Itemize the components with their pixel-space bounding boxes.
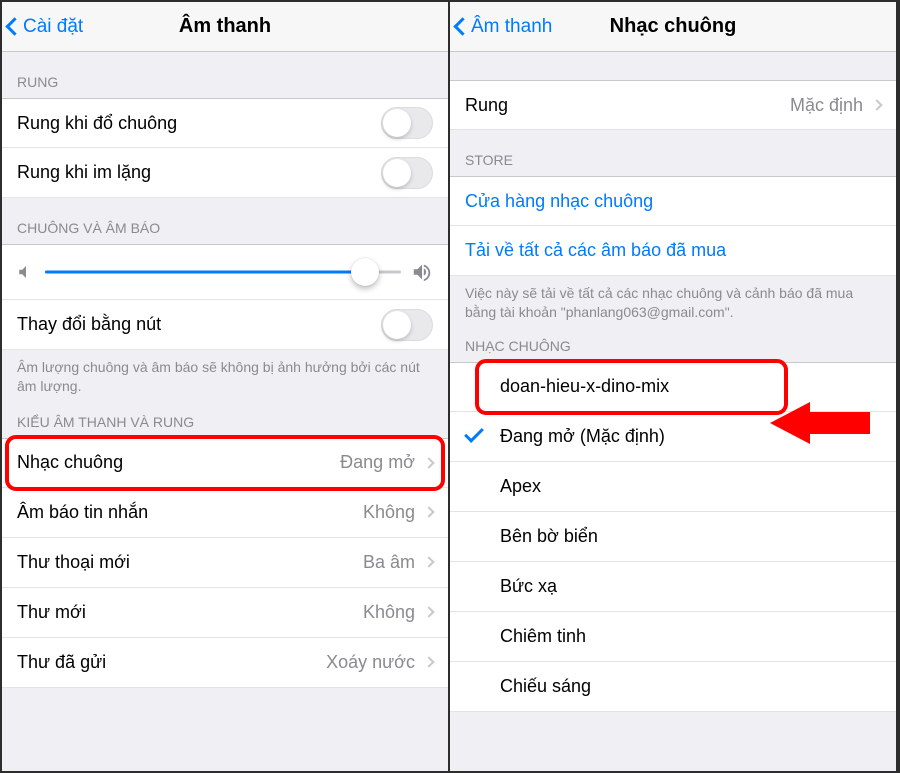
sent-mail-row[interactable]: Thư đã gửi Xoáy nước: [2, 638, 448, 688]
speaker-high-icon: [411, 261, 433, 283]
chevron-icon: [423, 607, 434, 618]
tone-store-row[interactable]: Cửa hàng nhạc chuông: [450, 176, 896, 226]
text-tone-row[interactable]: Âm báo tin nhắn Không: [2, 488, 448, 538]
speaker-low-icon: [17, 263, 35, 281]
checkmark-icon: [464, 423, 484, 443]
change-with-buttons-switch[interactable]: [381, 309, 433, 341]
ringtone-row[interactable]: Nhạc chuông Đang mở: [2, 438, 448, 488]
ringtone-name: Chiêm tinh: [500, 626, 586, 647]
vibrate-on-ring-label: Rung khi đổ chuông: [17, 113, 177, 134]
vibrate-on-ring-switch[interactable]: [381, 107, 433, 139]
ringtone-name: Apex: [500, 476, 541, 497]
section-patterns-header: KIỂU ÂM THANH VÀ RUNG: [2, 400, 448, 438]
voicemail-value: Ba âm: [363, 552, 415, 573]
ringtone-settings-panel: Âm thanh Nhạc chuông Rung Mặc định STORE…: [450, 2, 898, 771]
tone-store-link: Cửa hàng nhạc chuông: [465, 191, 653, 212]
change-with-buttons-row[interactable]: Thay đổi bằng nút: [2, 300, 448, 350]
ringtone-item[interactable]: Chiêm tinh: [450, 612, 896, 662]
ringtone-item[interactable]: doan-hieu-x-dino-mix: [450, 362, 896, 412]
chevron-icon: [871, 99, 882, 110]
chevron-left-icon: [453, 17, 471, 35]
vibrate-on-silent-switch[interactable]: [381, 157, 433, 189]
content: Rung Mặc định STORE Cửa hàng nhạc chuông…: [450, 52, 896, 771]
back-button[interactable]: Cài đặt: [2, 16, 83, 38]
vibration-label: Rung: [465, 95, 508, 116]
change-with-buttons-label: Thay đổi bằng nút: [17, 314, 161, 335]
vibrate-on-ring-row[interactable]: Rung khi đổ chuông: [2, 98, 448, 148]
chevron-icon: [423, 657, 434, 668]
section-store-header: STORE: [450, 130, 896, 176]
download-footer: Việc này sẽ tải về tất cả các nhạc chuôn…: [450, 276, 896, 326]
sent-mail-label: Thư đã gửi: [17, 652, 106, 673]
ringtone-label: Nhạc chuông: [17, 452, 123, 473]
volume-footer: Âm lượng chuông và âm báo sẽ không bị ản…: [2, 350, 448, 400]
download-tones-link: Tải về tất cả các âm báo đã mua: [465, 240, 726, 261]
ringtone-name: Chiếu sáng: [500, 676, 591, 697]
new-mail-row[interactable]: Thư mới Không: [2, 588, 448, 638]
volume-slider[interactable]: [45, 257, 401, 287]
new-mail-label: Thư mới: [17, 602, 86, 623]
section-ringer-header: CHUÔNG VÀ ÂM BÁO: [2, 198, 448, 244]
chevron-icon: [423, 457, 434, 468]
nav-bar: Âm thanh Nhạc chuông: [450, 2, 896, 52]
voicemail-row[interactable]: Thư thoại mới Ba âm: [2, 538, 448, 588]
content: RUNG Rung khi đổ chuông Rung khi im lặng…: [2, 52, 448, 771]
vibration-row[interactable]: Rung Mặc định: [450, 80, 896, 130]
new-mail-value: Không: [363, 602, 415, 623]
ringtone-name: doan-hieu-x-dino-mix: [500, 376, 669, 397]
section-vibrate-header: RUNG: [2, 52, 448, 98]
ringtone-name: Bên bờ biển: [500, 526, 598, 547]
vibration-value: Mặc định: [790, 95, 863, 116]
ringtone-item[interactable]: Apex: [450, 462, 896, 512]
ringtone-name: Đang mở (Mặc định): [500, 426, 665, 447]
back-label: Cài đặt: [23, 16, 83, 38]
volume-slider-row: [2, 244, 448, 300]
back-button[interactable]: Âm thanh: [450, 16, 552, 38]
text-tone-label: Âm báo tin nhắn: [17, 502, 148, 523]
chevron-left-icon: [5, 17, 23, 35]
ringtone-item[interactable]: Chiếu sáng: [450, 662, 896, 712]
ringtone-item[interactable]: Bên bờ biển: [450, 512, 896, 562]
chevron-icon: [423, 557, 434, 568]
chevron-icon: [423, 507, 434, 518]
vibrate-on-silent-label: Rung khi im lặng: [17, 162, 151, 183]
ringtone-item-default[interactable]: Đang mở (Mặc định): [450, 412, 896, 462]
sent-mail-value: Xoáy nước: [326, 652, 415, 673]
voicemail-label: Thư thoại mới: [17, 552, 130, 573]
back-label: Âm thanh: [471, 16, 552, 38]
vibrate-on-silent-row[interactable]: Rung khi im lặng: [2, 148, 448, 198]
nav-bar: Cài đặt Âm thanh: [2, 2, 448, 52]
ringtone-value: Đang mở: [340, 452, 415, 473]
text-tone-value: Không: [363, 502, 415, 523]
section-ringtones-header: NHẠC CHUÔNG: [450, 326, 896, 362]
ringtone-name: Bức xạ: [500, 576, 557, 597]
sounds-settings-panel: Cài đặt Âm thanh RUNG Rung khi đổ chuông…: [2, 2, 450, 771]
ringtone-item[interactable]: Bức xạ: [450, 562, 896, 612]
download-tones-row[interactable]: Tải về tất cả các âm báo đã mua: [450, 226, 896, 276]
